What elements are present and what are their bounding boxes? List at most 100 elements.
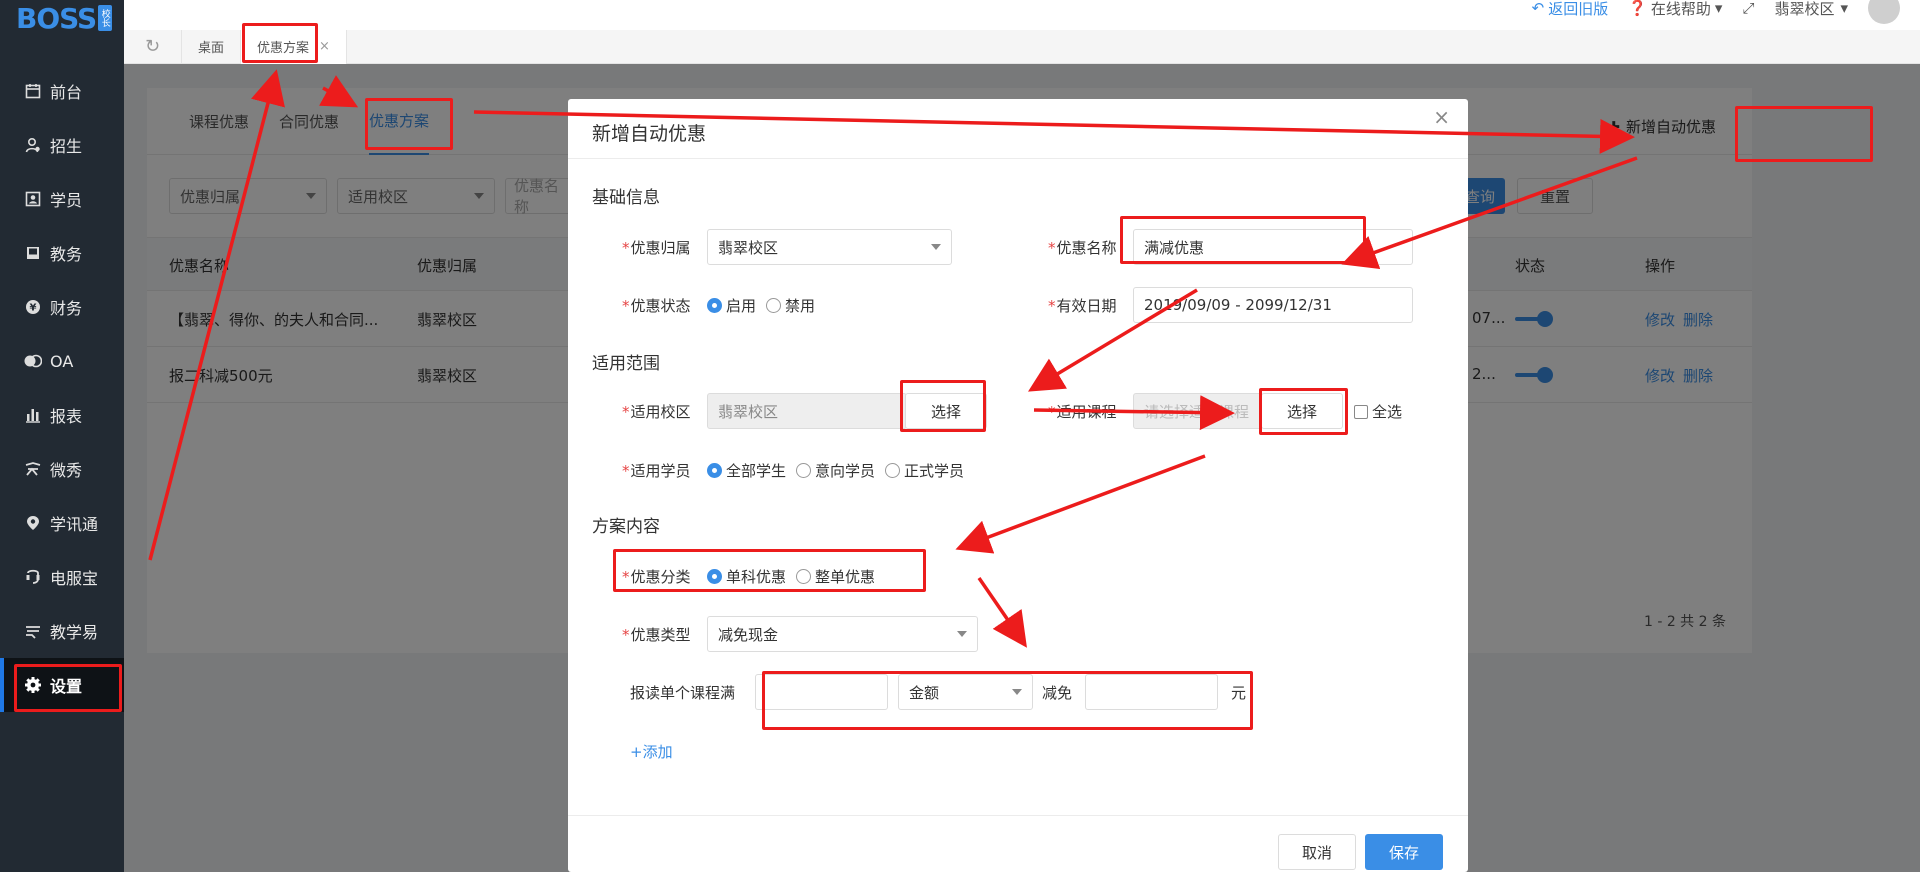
sidebar-item-oa[interactable]: OA	[0, 334, 124, 388]
section-scope: 适用范围	[592, 354, 660, 374]
sidebar-item-students[interactable]: 学员	[0, 172, 124, 226]
sidebar-item-xuexuntong[interactable]: 学讯通	[0, 496, 124, 550]
student-formal-radio[interactable]: 正式学员	[885, 460, 964, 481]
sidebar-item-label: 电服宝	[50, 569, 99, 588]
annotation-box-category	[613, 549, 926, 592]
logo[interactable]: BOSS 校长	[0, 0, 124, 36]
logo-badge: 校长	[98, 5, 113, 31]
sidebar-item-label: 学讯通	[50, 515, 99, 534]
sidebar-item-label: 微秀	[50, 461, 83, 480]
radio-dot	[707, 298, 722, 313]
page-tabs-bar: ↻ 桌面 优惠方案 ×	[124, 29, 1920, 64]
radio-label: 启用	[726, 297, 757, 315]
annotation-box-name-input	[1120, 216, 1366, 264]
sidebar-menu: 前台 招生 学员 教务 ¥ 财务 OA 报表 微秀 学讯通 电服宝 教学易 设置	[0, 64, 124, 712]
undo-icon: ↶	[1531, 0, 1545, 17]
type-select[interactable]: 减免现金	[707, 616, 978, 652]
sidebar-item-enroll[interactable]: 招生	[0, 118, 124, 172]
select-all-group: 全选	[1354, 401, 1402, 422]
student-radio-group: 全部学生 意向学员 正式学员	[707, 460, 964, 481]
status-label: *优惠状态	[622, 297, 691, 315]
fullscreen-button[interactable]: ⤢	[1742, 0, 1754, 17]
student-intent-radio[interactable]: 意向学员	[796, 460, 875, 481]
chevron-down-icon: ▾	[1840, 0, 1848, 17]
radio-dot	[885, 463, 901, 478]
top-bar: ↶ 返回旧版 ❓ 在线帮助 ▾ ⤢ 翡翠校区 ▾	[124, 0, 1920, 30]
belong-label: *优惠归属	[622, 239, 691, 257]
annotation-box-settings	[14, 664, 122, 712]
page-tab-label: 桌面	[198, 41, 225, 56]
chevron-down-icon	[931, 244, 941, 250]
expand-icon: ⤢	[1742, 0, 1755, 17]
checkbox-label: 全选	[1372, 403, 1403, 421]
select-all-checkbox[interactable]: 全选	[1354, 401, 1402, 422]
annotation-box-campus-select	[900, 380, 986, 432]
checkbox-box	[1354, 404, 1368, 419]
campus-switcher[interactable]: 翡翠校区 ▾	[1774, 0, 1848, 19]
bar-chart-icon	[24, 406, 42, 424]
status-enabled-radio[interactable]: 启用	[707, 295, 756, 316]
refresh-button[interactable]: ↻	[124, 29, 182, 64]
add-rule-link[interactable]: +添加	[630, 741, 673, 762]
phone-service-icon	[24, 568, 42, 586]
help-icon: ❓	[1628, 0, 1647, 17]
back-old-version-link[interactable]: ↶ 返回旧版	[1532, 0, 1609, 19]
sidebar-item-label: 招生	[50, 137, 83, 156]
student-label: *适用学员	[622, 462, 691, 480]
campus-label: *适用校区	[622, 403, 691, 421]
radio-label: 禁用	[785, 297, 816, 315]
belong-select[interactable]: 翡翠校区	[707, 229, 952, 265]
radio-dot	[796, 463, 812, 478]
type-label: *优惠类型	[622, 626, 691, 644]
date-range-input[interactable]: 2019/09/09 - 2099/12/31	[1133, 287, 1413, 323]
sidebar-item-finance[interactable]: ¥ 财务	[0, 280, 124, 334]
name-label: *优惠名称	[1048, 239, 1117, 257]
sidebar-item-label: 报表	[50, 407, 83, 426]
chevron-down-icon	[957, 631, 967, 637]
sidebar-item-academic[interactable]: 教务	[0, 226, 124, 280]
radio-dot	[766, 298, 782, 313]
calendar-icon	[24, 82, 42, 100]
sidebar-item-label: 教学易	[50, 623, 99, 642]
sidebar-item-label: 前台	[50, 83, 83, 102]
campus-label: 翡翠校区	[1774, 0, 1835, 18]
student-all-radio[interactable]: 全部学生	[707, 460, 786, 481]
avatar[interactable]	[1868, 0, 1900, 24]
yen-icon: ¥	[24, 298, 42, 316]
sidebar-item-jiaoxueyi[interactable]: 教学易	[0, 604, 124, 658]
annotation-box-rule-row	[762, 671, 1253, 730]
dialog-footer-divider	[568, 815, 1468, 816]
sidebar-item-label: 学员	[50, 191, 83, 210]
status-radio-group: 启用 禁用	[707, 295, 815, 316]
close-icon[interactable]: ×	[319, 39, 330, 54]
close-icon[interactable]: ×	[1433, 105, 1450, 129]
sidebar-item-frontdesk[interactable]: 前台	[0, 64, 124, 118]
location-icon	[24, 514, 42, 532]
sidebar-item-label: OA	[50, 351, 74, 371]
chevron-down-icon: ▾	[1714, 0, 1723, 17]
user-add-icon	[24, 136, 42, 154]
campus-display: 翡翠校区	[707, 393, 907, 429]
rule-prefix-label: 报读单个课程满	[630, 684, 736, 702]
teach-icon	[24, 622, 42, 640]
select-value: 减免现金	[718, 625, 779, 644]
course-display: 请选择适应课程	[1133, 393, 1263, 429]
save-button[interactable]: 保存	[1365, 834, 1443, 870]
cancel-button[interactable]: 取消	[1278, 834, 1356, 870]
status-disabled-radio[interactable]: 禁用	[766, 295, 815, 316]
book-icon	[24, 244, 42, 262]
sidebar: BOSS 校长 前台 招生 学员 教务 ¥ 财务 OA 报表 微秀 学讯通 电服…	[0, 0, 124, 872]
online-help-menu[interactable]: ❓ 在线帮助 ▾	[1628, 0, 1722, 19]
sidebar-item-dianfubao[interactable]: 电服宝	[0, 550, 124, 604]
id-card-icon	[24, 190, 42, 208]
radio-label: 意向学员	[815, 462, 876, 480]
sidebar-item-weixiu[interactable]: 微秀	[0, 442, 124, 496]
section-basic-info: 基础信息	[592, 188, 660, 208]
annotation-box-add-button	[1735, 106, 1873, 162]
sidebar-item-reports[interactable]: 报表	[0, 388, 124, 442]
course-label: *适用课程	[1048, 403, 1117, 421]
radio-label: 正式学员	[904, 462, 965, 480]
dialog-title: 新增自动优惠	[568, 99, 1468, 159]
page-tab-desktop[interactable]: 桌面	[182, 29, 242, 64]
back-old-label: 返回旧版	[1548, 0, 1609, 18]
